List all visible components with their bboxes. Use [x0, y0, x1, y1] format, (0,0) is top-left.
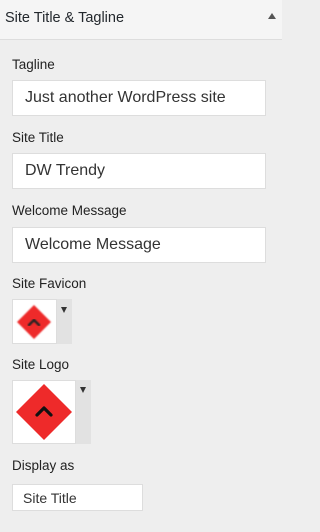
caret-down-icon — [61, 307, 67, 313]
logo-dropdown[interactable] — [76, 380, 91, 444]
favicon-dropdown[interactable] — [57, 299, 72, 344]
tagline-label: Tagline — [12, 57, 55, 72]
site-favicon-label: Site Favicon — [12, 276, 87, 291]
display-as-input[interactable] — [12, 484, 143, 511]
section-header[interactable]: Site Title & Tagline — [0, 0, 282, 40]
customizer-panel: Site Title & Tagline Tagline Site Title … — [0, 0, 282, 532]
welcome-message-label: Welcome Message — [12, 203, 127, 218]
display-as-label: Display as — [12, 458, 75, 473]
arrow-up-icon[interactable] — [268, 13, 276, 19]
favicon-preview — [12, 299, 57, 344]
caret-down-icon — [80, 387, 86, 393]
site-logo-label: Site Logo — [12, 357, 70, 372]
site-title-label: Site Title — [12, 130, 64, 145]
favicon-picker[interactable] — [12, 299, 72, 344]
red-diamond-chevron-icon — [16, 384, 72, 440]
logo-preview — [12, 380, 76, 444]
red-diamond-chevron-icon — [17, 305, 51, 339]
site-title-input[interactable] — [12, 153, 266, 189]
welcome-message-input[interactable] — [12, 227, 266, 263]
section-title: Site Title & Tagline — [5, 10, 125, 26]
tagline-input[interactable] — [12, 80, 266, 116]
logo-picker[interactable] — [12, 380, 91, 444]
